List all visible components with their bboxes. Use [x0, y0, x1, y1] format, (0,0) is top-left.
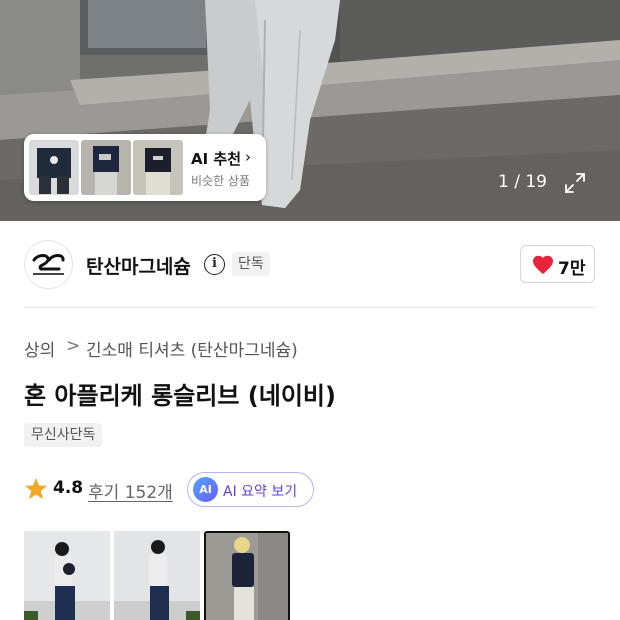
ai-recommend-subtitle: 비슷한 상품	[191, 174, 251, 188]
breadcrumb-item-category[interactable]: 긴소매 티셔츠 (탄산마그네슘)	[86, 336, 298, 361]
like-count: 7만	[558, 259, 586, 279]
brand-logo-icon	[32, 254, 65, 275]
product-main-image[interactable]: AI 추천 › 비슷한 상품 1 / 19	[0, 0, 620, 221]
ai-summary-button[interactable]: AI AI 요약 보기	[187, 472, 314, 507]
review-photo-thumb-selected[interactable]	[204, 531, 290, 620]
breadcrumb-item-top[interactable]: 상의	[24, 336, 55, 361]
image-counter: 1 / 19	[498, 172, 547, 192]
exclusive-tag: 단독	[232, 252, 270, 276]
review-photo-thumb[interactable]	[24, 531, 110, 620]
info-icon[interactable]: i	[204, 254, 225, 275]
review-photo-thumb[interactable]	[114, 531, 200, 620]
ai-summary-label: AI 요약 보기	[223, 484, 298, 500]
recommend-thumb[interactable]	[133, 140, 183, 195]
star-icon	[25, 478, 47, 499]
review-count-link[interactable]: 후기 152개	[88, 478, 173, 503]
brand-name[interactable]: 탄산마그네슘	[86, 252, 191, 279]
ai-recommend-card[interactable]: AI 추천 › 비슷한 상품	[24, 134, 266, 201]
brand-logo[interactable]	[24, 240, 73, 289]
expand-icon[interactable]	[563, 171, 587, 195]
exclusive-badge: 무신사단독	[24, 423, 103, 447]
like-button[interactable]: 7만	[520, 245, 595, 283]
rating-score: 4.8	[53, 478, 84, 498]
ai-sparkle-icon: AI	[193, 477, 218, 502]
recommend-thumb[interactable]	[81, 140, 131, 195]
chevron-right-icon: >	[66, 336, 81, 356]
product-title: 혼 아플리케 롱슬리브 (네이비)	[24, 382, 336, 410]
recommend-thumb[interactable]	[29, 140, 79, 195]
heart-icon	[533, 255, 553, 275]
ai-recommend-title: AI 추천	[191, 150, 242, 168]
divider	[24, 307, 596, 308]
chevron-right-icon: ›	[245, 148, 251, 166]
